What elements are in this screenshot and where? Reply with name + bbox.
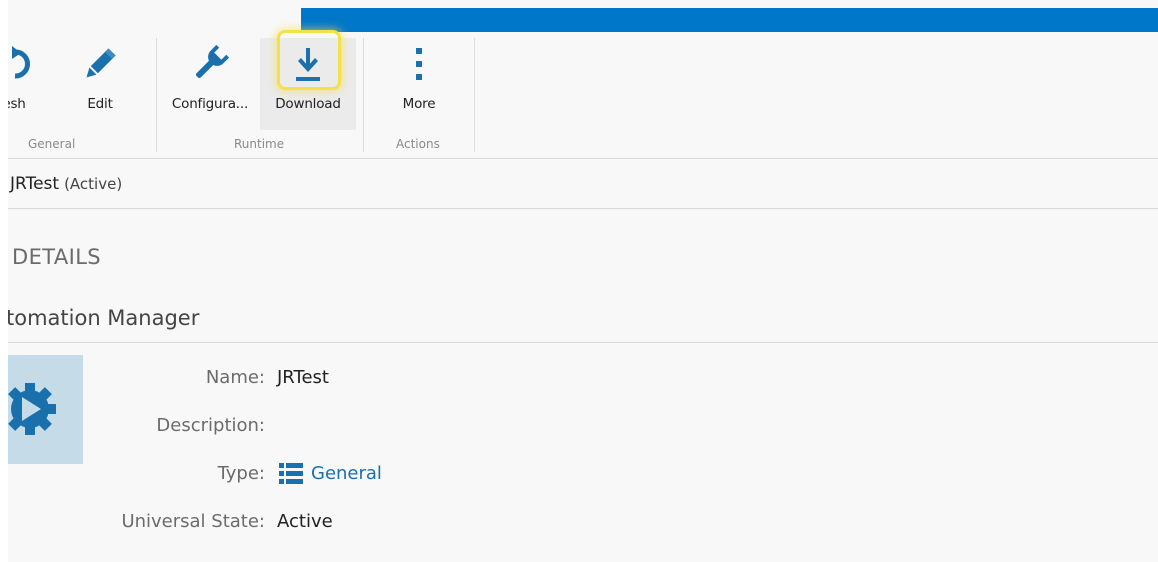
- list-icon: [279, 462, 303, 490]
- ribbon-divider: [363, 38, 364, 152]
- ribbon-divider: [474, 38, 475, 152]
- status-text: (Active): [64, 175, 123, 193]
- group-label-general: General: [28, 137, 76, 151]
- name-value: JRTest: [277, 367, 329, 388]
- gear-play-icon: [8, 383, 56, 435]
- download-button[interactable]: Download: [260, 38, 356, 130]
- item-name: JRTest: [10, 174, 60, 194]
- section-divider: [8, 342, 1158, 343]
- more-label: More: [402, 96, 436, 112]
- app-window: esh Edit: [8, 0, 1158, 562]
- universal-state-label: Universal State:: [121, 511, 265, 532]
- page-title: JRTest (Active): [10, 174, 122, 194]
- configure-label: Configura...: [171, 96, 249, 112]
- header-divider: [8, 208, 1158, 209]
- ribbon-divider-line: [8, 158, 1158, 159]
- details-heading: DETAILS: [12, 245, 102, 269]
- more-vertical-icon: [399, 44, 439, 84]
- name-label: Name:: [205, 367, 265, 388]
- automation-manager-tile: [8, 355, 83, 464]
- download-label: Download: [275, 96, 341, 112]
- type-label: Type:: [217, 463, 265, 484]
- refresh-icon: [8, 44, 34, 84]
- refresh-label: esh: [8, 96, 26, 112]
- configure-button[interactable]: Configura...: [164, 38, 256, 130]
- group-label-actions: Actions: [396, 137, 440, 151]
- pencil-icon: [80, 44, 120, 84]
- ribbon-toolbar: esh Edit: [8, 32, 1158, 158]
- download-icon: [288, 44, 328, 84]
- section-title: tomation Manager: [8, 306, 200, 330]
- group-label-runtime: Runtime: [234, 137, 285, 151]
- universal-state-value: Active: [277, 511, 333, 532]
- refresh-button[interactable]: esh: [8, 38, 44, 130]
- description-label: Description:: [156, 415, 265, 436]
- more-button[interactable]: More: [384, 38, 454, 130]
- ribbon-divider: [156, 38, 157, 152]
- accent-bar: [301, 8, 1158, 32]
- edit-button[interactable]: Edit: [70, 38, 130, 130]
- type-link[interactable]: General: [311, 463, 382, 484]
- wrench-icon: [190, 44, 230, 84]
- edit-label: Edit: [87, 96, 113, 112]
- title-bar-left: [8, 0, 308, 32]
